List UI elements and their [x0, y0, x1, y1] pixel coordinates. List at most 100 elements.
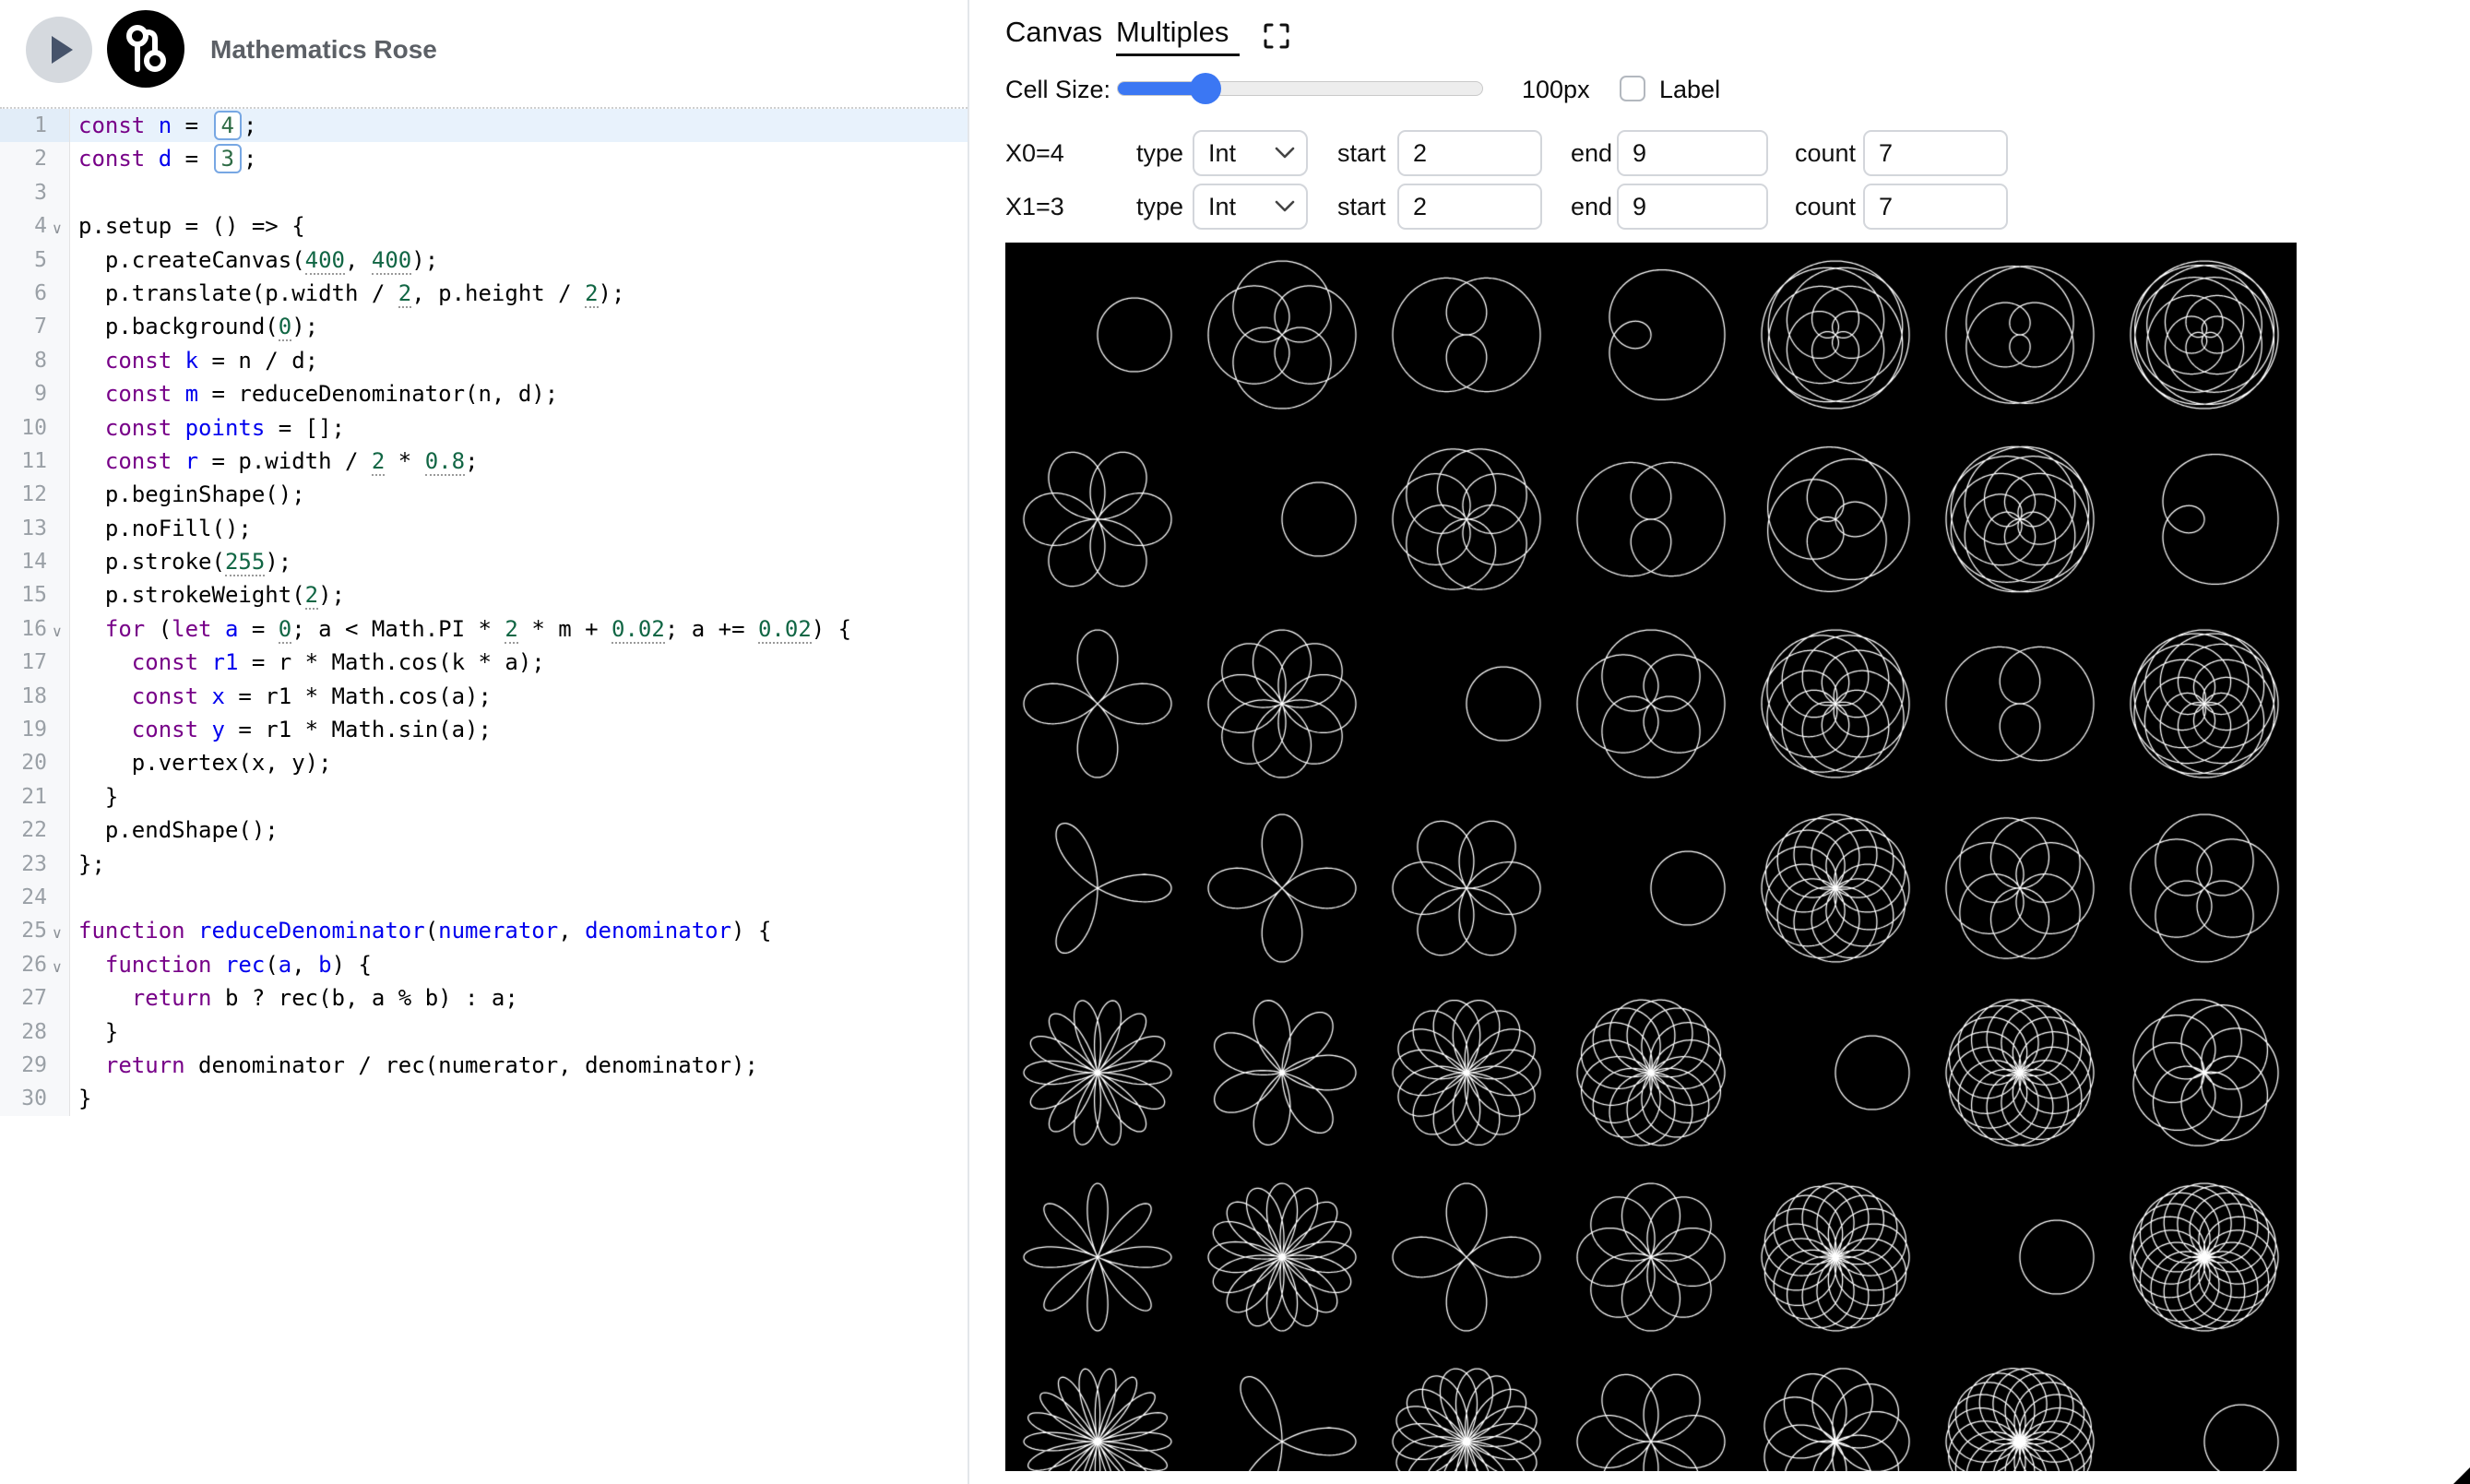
adjustable-number[interactable]: 3: [214, 144, 242, 173]
cell-size-slider-thumb[interactable]: [1190, 73, 1221, 104]
gutter: 29: [0, 1049, 70, 1082]
gutter: 30: [0, 1082, 70, 1115]
code-text: const m = reduceDenominator(n, d);: [78, 377, 968, 410]
gutter: 10: [0, 411, 70, 445]
line-number: 26: [21, 948, 47, 981]
gutter: 26∨: [0, 948, 70, 981]
start-input[interactable]: [1397, 184, 1542, 230]
count-input[interactable]: [1863, 130, 2008, 176]
code-line: 4∨p.setup = () => {: [0, 209, 968, 243]
line-number: 3: [34, 176, 47, 209]
code-text: return b ? rec(b, a % b) : a;: [78, 981, 968, 1015]
fold-toggle-icon[interactable]: ∨: [52, 951, 63, 984]
code-line: 12 p.beginShape();: [0, 478, 968, 511]
code-text: const r1 = r * Math.cos(k * a);: [78, 646, 968, 679]
type-select[interactable]: Int: [1193, 130, 1308, 176]
code-text: [78, 176, 968, 209]
type-label: type: [1136, 184, 1183, 230]
code-text: const r = p.width / 2 * 0.8;: [78, 445, 968, 478]
code-text: [78, 881, 968, 914]
multiples-canvas: [1005, 243, 2297, 1471]
code-line: 10 const points = [];: [0, 411, 968, 445]
gutter: 3: [0, 176, 70, 209]
line-number: 6: [34, 277, 47, 310]
param-name: X1=3: [1005, 184, 1064, 230]
tab-canvas[interactable]: Canvas: [1005, 16, 1102, 49]
end-label: end: [1571, 184, 1612, 230]
sketch-title: Mathematics Rose: [210, 0, 437, 107]
code-text: p.stroke(255);: [78, 545, 968, 578]
line-number: 18: [21, 680, 47, 713]
gutter: 6: [0, 277, 70, 310]
code-line: 8 const k = n / d;: [0, 344, 968, 377]
code-line: 26∨ function rec(a, b) {: [0, 948, 968, 981]
code-line: 2const d = 3;: [0, 142, 968, 175]
count-input[interactable]: [1863, 184, 2008, 230]
code-line: 28 }: [0, 1015, 968, 1049]
code-text: p.noFill();: [78, 512, 968, 545]
gutter: 7: [0, 310, 70, 343]
type-select[interactable]: Int: [1193, 184, 1308, 230]
code-line: 1const n = 4;: [0, 109, 968, 142]
label-checkbox-label: Label: [1659, 76, 1720, 104]
count-label: count: [1795, 130, 1856, 176]
fold-toggle-icon[interactable]: ∨: [52, 212, 63, 245]
code-text: return denominator / rec(numerator, deno…: [78, 1049, 968, 1082]
code-text: const k = n / d;: [78, 344, 968, 377]
gutter: 20: [0, 746, 70, 779]
gutter: 4∨: [0, 209, 70, 243]
code-text: };: [78, 848, 968, 881]
cell-size-value: 100px: [1522, 76, 1590, 104]
line-number: 16: [21, 612, 47, 646]
code-text: }: [78, 1015, 968, 1049]
line-number: 8: [34, 344, 47, 377]
line-number: 7: [34, 310, 47, 343]
adjustable-number[interactable]: 4: [214, 111, 242, 140]
line-number: 2: [34, 142, 47, 175]
code-text: p.endShape();: [78, 813, 968, 847]
cell-size-slider[interactable]: [1117, 81, 1483, 96]
gutter: 1: [0, 109, 70, 142]
code-line: 9 const m = reduceDenominator(n, d);: [0, 377, 968, 410]
code-line: 24: [0, 881, 968, 914]
line-number: 14: [21, 545, 47, 578]
fullscreen-icon[interactable]: [1263, 22, 1290, 50]
play-icon: [52, 36, 73, 64]
code-text: const y = r1 * Math.sin(a);: [78, 713, 968, 746]
code-line: 29 return denominator / rec(numerator, d…: [0, 1049, 968, 1082]
line-number: 10: [21, 411, 47, 445]
param-name: X0=4: [1005, 130, 1064, 176]
gutter: 18: [0, 680, 70, 713]
code-line: 13 p.noFill();: [0, 512, 968, 545]
code-text: function reduceDenominator(numerator, de…: [78, 914, 968, 947]
code-line: 16∨ for (let a = 0; a < Math.PI * 2 * m …: [0, 612, 968, 646]
line-number: 17: [21, 646, 47, 679]
code-text: p.strokeWeight(2);: [78, 578, 968, 611]
line-number: 1: [34, 109, 47, 142]
code-line: 15 p.strokeWeight(2);: [0, 578, 968, 611]
fold-toggle-icon[interactable]: ∨: [52, 615, 63, 648]
gutter: 22: [0, 813, 70, 847]
code-line: 27 return b ? rec(b, a % b) : a;: [0, 981, 968, 1015]
fold-toggle-icon[interactable]: ∨: [52, 917, 63, 950]
end-input[interactable]: [1617, 130, 1768, 176]
tab-multiples[interactable]: Multiples: [1116, 16, 1229, 49]
start-input[interactable]: [1397, 130, 1542, 176]
run-button[interactable]: [26, 17, 92, 83]
gutter: 21: [0, 780, 70, 813]
end-input[interactable]: [1617, 184, 1768, 230]
code-text: p.createCanvas(400, 400);: [78, 243, 968, 277]
code-line: 22 p.endShape();: [0, 813, 968, 847]
branch-icon: [107, 10, 184, 88]
chevron-down-icon: [1275, 200, 1295, 213]
code-text: p.setup = () => {: [78, 209, 968, 243]
line-number: 4: [34, 209, 47, 243]
start-label: start: [1337, 184, 1386, 230]
code-text: p.background(0);: [78, 310, 968, 343]
active-tab-underline: [1116, 53, 1240, 56]
line-number: 24: [21, 881, 47, 914]
line-number: 11: [21, 445, 47, 478]
label-checkbox[interactable]: [1620, 76, 1645, 101]
code-editor[interactable]: 1const n = 4;2const d = 3;34∨p.setup = (…: [0, 109, 968, 1116]
sketch-header: Mathematics Rose: [0, 0, 968, 109]
